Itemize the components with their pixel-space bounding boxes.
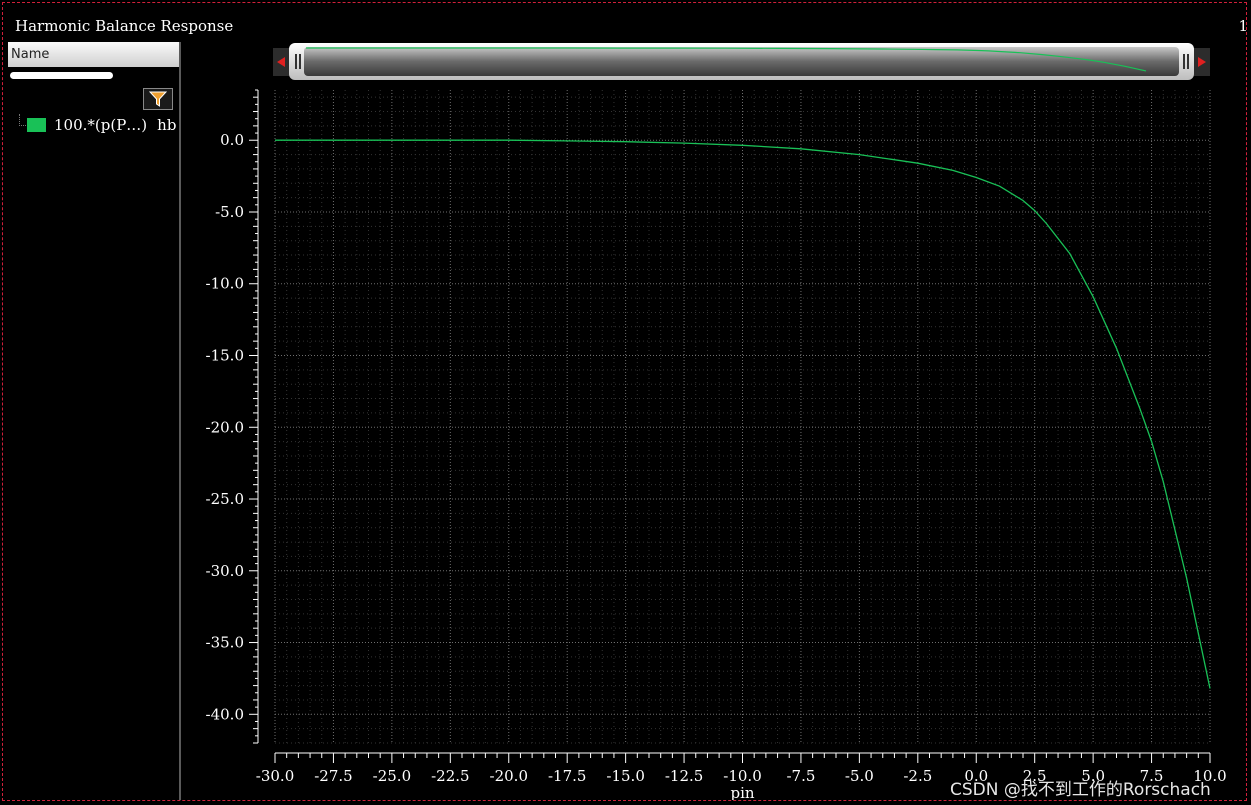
- y-tick-label: -20.0: [206, 418, 244, 436]
- x-range-slider[interactable]: [273, 42, 1210, 80]
- legend-item[interactable]: 100.*(p(P…) hb: [27, 116, 176, 134]
- left-grip-icon[interactable]: [295, 54, 297, 69]
- y-tick-label: -35.0: [206, 634, 244, 652]
- funnel-icon: [149, 91, 167, 107]
- y-tick-label: -5.0: [215, 203, 244, 221]
- name-column-header[interactable]: Name: [8, 42, 179, 67]
- x-tick-label: -7.5: [786, 767, 815, 785]
- filter-button[interactable]: [143, 88, 173, 110]
- panel-scroll-bar[interactable]: [10, 72, 113, 79]
- y-tick-label: -25.0: [206, 490, 244, 508]
- x-tick-label: -27.5: [314, 767, 352, 785]
- legend-panel: Name 100.*(p(P…) hb: [8, 42, 181, 800]
- window-title: Harmonic Balance Response: [15, 17, 234, 35]
- x-tick-label: -22.5: [431, 767, 469, 785]
- right-grip-icon[interactable]: [1183, 54, 1185, 69]
- legend-item-suffix: hb: [157, 116, 177, 134]
- x-tick-label: -10.0: [723, 767, 761, 785]
- x-tick-label: -15.0: [606, 767, 644, 785]
- x-tick-label: -20.0: [490, 767, 528, 785]
- x-tick-label: -30.0: [256, 767, 294, 785]
- y-tick-label: -40.0: [206, 705, 244, 723]
- y-tick-label: 0.0: [220, 131, 244, 149]
- plot-area[interactable]: 0.0 -5.0 -10.0 -15.0 -20.0 -25.0 -30.0 -35.0 -40…: [180, 80, 1240, 800]
- x-tick-label: -25.0: [373, 767, 411, 785]
- series-color-swatch: [27, 118, 46, 132]
- y-tick-label: -30.0: [206, 562, 244, 580]
- x-tick-label: -5.0: [845, 767, 874, 785]
- legend-item-label: 100.*(p(P…): [54, 116, 148, 134]
- watermark: CSDN @找不到工作的Rorschach: [950, 780, 1211, 800]
- right-grip-line: [1187, 54, 1189, 69]
- y-tick-label: -10.0: [206, 275, 244, 293]
- corner-label: 1: [1238, 17, 1248, 35]
- y-tick-label: -15.0: [206, 347, 244, 365]
- slider-preview: [304, 47, 1179, 76]
- x-axis-label: pin: [730, 784, 754, 800]
- x-tick-label: -12.5: [665, 767, 703, 785]
- left-grip-line: [299, 54, 301, 69]
- x-tick-label: -2.5: [903, 767, 932, 785]
- x-tick-label: -17.5: [548, 767, 586, 785]
